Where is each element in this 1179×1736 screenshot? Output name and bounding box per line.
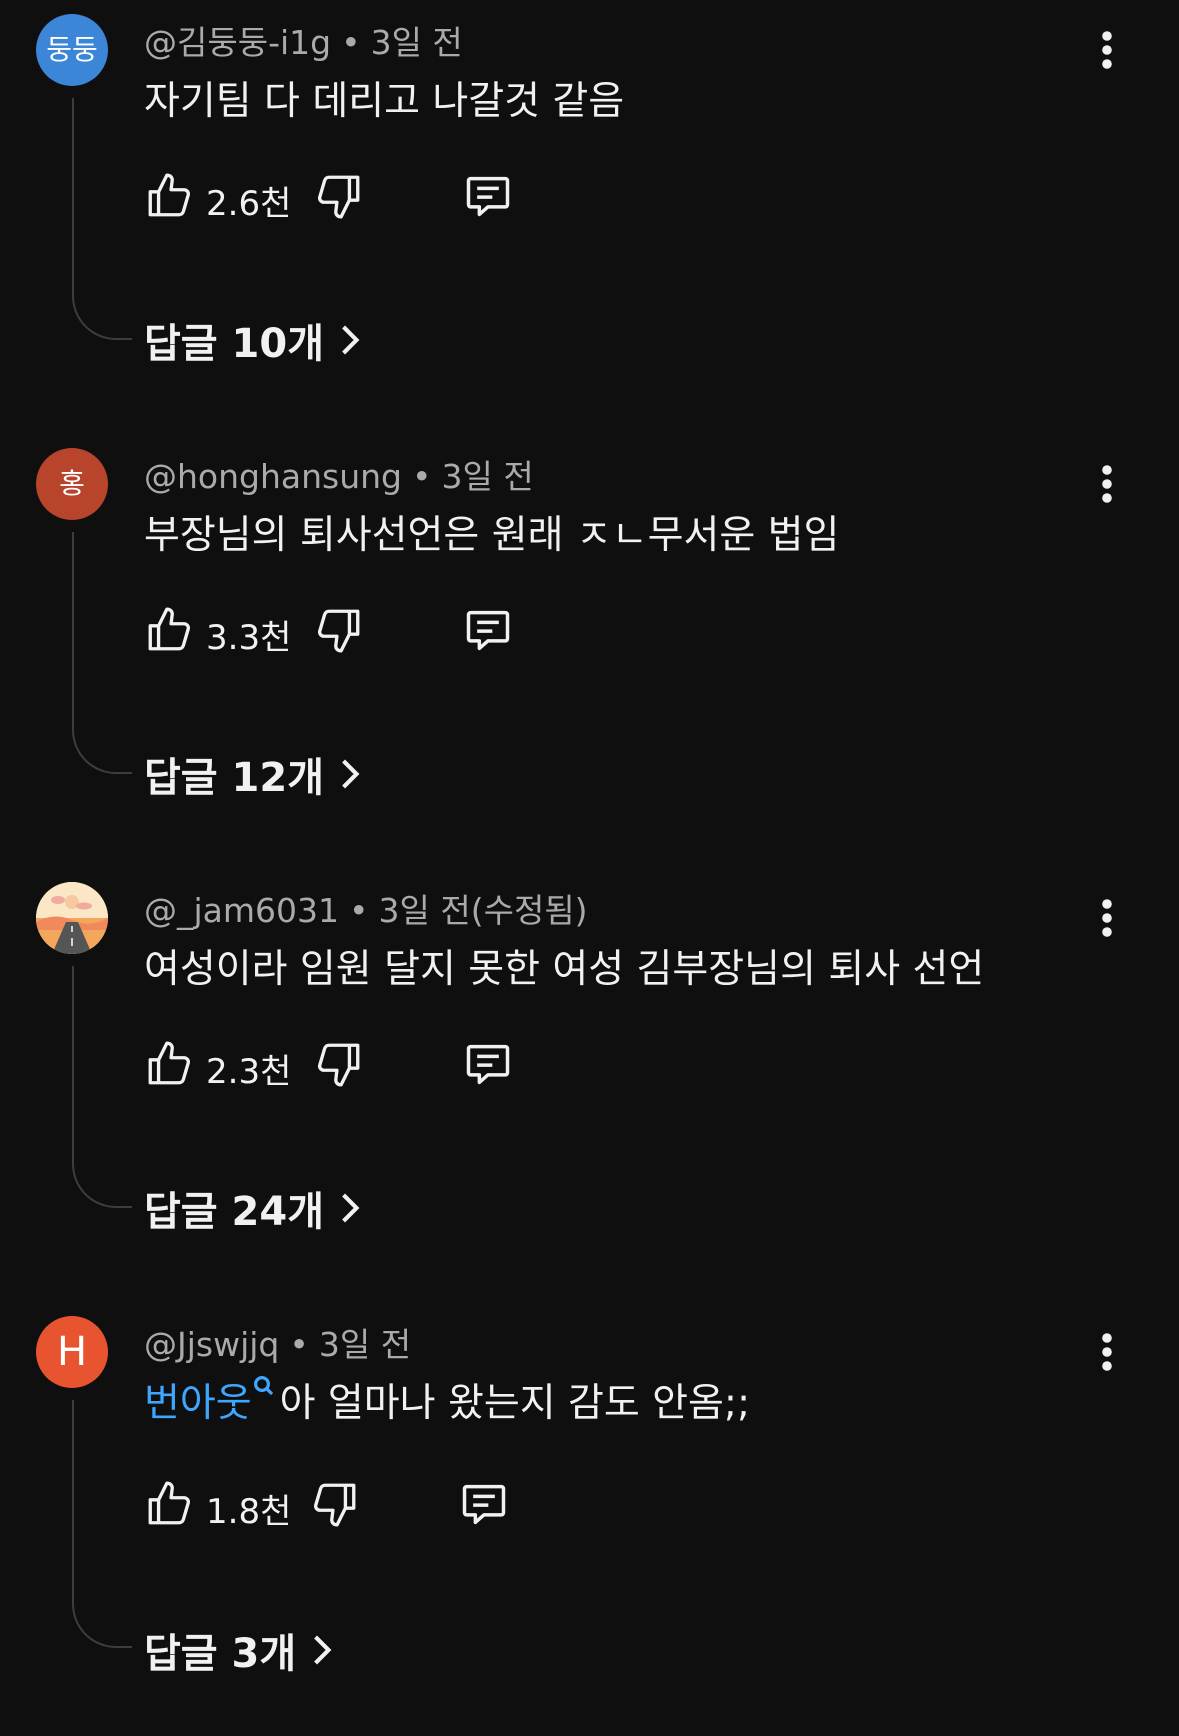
thumb-down-icon — [317, 175, 360, 219]
comment-meta: @김둥둥-i1g • 3일 전 — [144, 16, 463, 64]
chevron-right-icon — [342, 759, 360, 789]
like-count: 2.3천 — [206, 1052, 292, 1092]
thumb-up-icon — [148, 173, 191, 217]
search-icon[interactable] — [252, 1372, 274, 1412]
comment-actions: 2.3천 — [144, 1036, 744, 1092]
like-count: 2.6천 — [206, 184, 292, 224]
replies-label: 답글 3개 — [144, 1631, 297, 1677]
meta-separator: • — [349, 891, 369, 930]
comment-meta: @honghansung • 3일 전 — [144, 450, 534, 498]
more-vert-icon — [1102, 1333, 1112, 1371]
avatar-initials: 홍 — [59, 467, 85, 500]
dislike-button[interactable] — [314, 1036, 364, 1092]
dislike-button[interactable] — [314, 168, 364, 224]
comment-meta: @Jjswjjq • 3일 전 — [144, 1318, 411, 1366]
like-button[interactable]: 1.8천 — [144, 1476, 291, 1532]
chevron-right-icon — [342, 325, 360, 355]
replies-toggle[interactable]: 답글 10개 — [144, 312, 364, 368]
thumb-down-icon — [317, 1043, 360, 1087]
reply-button[interactable] — [458, 1476, 510, 1532]
like-button[interactable]: 2.6천 — [144, 168, 291, 224]
replies-toggle[interactable]: 답글 12개 — [144, 746, 364, 802]
comment-text: 여성이라 임원 달지 못한 여성 김부장님의 퇴사 선언 — [144, 947, 985, 992]
replies-toggle[interactable]: 답글 24개 — [144, 1180, 364, 1236]
comment-text-body: 아 얼마나 왔는지 감도 안옴;; — [279, 1381, 751, 1426]
comment-time: 3일 전 — [318, 1325, 412, 1364]
like-button[interactable]: 3.3천 — [144, 602, 291, 658]
comment-meta: @_jam6031 • 3일 전(수정됨) — [144, 884, 588, 932]
reply-button[interactable] — [462, 168, 514, 224]
more-vert-icon — [1102, 31, 1112, 69]
comment-item: H @Jjswjjq • 3일 전 번아웃 아 얼마나 왔는지 감도 안옴;; 1.… — [0, 1302, 1179, 1736]
comment-text: 자기팀 다 데리고 나갈것 같음 — [144, 79, 625, 124]
more-vert-icon — [1102, 899, 1112, 937]
dislike-button[interactable] — [314, 602, 364, 658]
thread-line — [72, 966, 132, 1208]
chevron-right-icon — [314, 1635, 332, 1665]
comment-icon — [466, 610, 510, 651]
thumb-up-icon — [148, 1041, 191, 1085]
comment-author[interactable]: @_jam6031 — [144, 891, 339, 930]
comment-icon — [466, 1044, 510, 1085]
more-options-button[interactable] — [1090, 460, 1124, 508]
comment-time: 3일 전(수정됨) — [378, 891, 588, 930]
more-vert-icon — [1102, 465, 1112, 503]
chevron-right-icon — [342, 1193, 360, 1223]
comment-text: 부장님의 퇴사선언은 원래 ㅈㄴ무서운 법임 — [144, 513, 840, 558]
replies-label: 답글 24개 — [144, 1189, 324, 1235]
avatar[interactable]: H — [36, 1316, 108, 1388]
thumb-up-icon — [148, 1481, 191, 1525]
like-count: 1.8천 — [206, 1492, 292, 1532]
comment-author[interactable]: @honghansung — [144, 457, 402, 496]
reply-button[interactable] — [462, 602, 514, 658]
like-button[interactable]: 2.3천 — [144, 1036, 291, 1092]
comment-text: 번아웃 아 얼마나 왔는지 감도 안옴;; — [144, 1372, 750, 1428]
reply-button[interactable] — [462, 1036, 514, 1092]
more-options-button[interactable] — [1090, 894, 1124, 942]
comment-time: 3일 전 — [441, 457, 534, 496]
more-options-button[interactable] — [1090, 26, 1124, 74]
avatar-initials: 둥둥 — [46, 33, 98, 66]
thread-line — [72, 98, 132, 340]
comment-time: 3일 전 — [370, 23, 463, 62]
thread-line — [72, 532, 132, 774]
avatar-initials: H — [56, 1329, 88, 1375]
avatar[interactable]: 홍 — [36, 448, 108, 520]
comment-author[interactable]: @Jjswjjq — [144, 1325, 279, 1364]
comment-actions: 2.6천 — [144, 168, 744, 224]
meta-separator: • — [289, 1325, 309, 1364]
comment-item: @_jam6031 • 3일 전(수정됨) 여성이라 임원 달지 못한 여성 김부장… — [0, 868, 1179, 1302]
more-options-button[interactable] — [1090, 1328, 1124, 1376]
dislike-button[interactable] — [310, 1476, 360, 1532]
landscape-avatar-image — [36, 882, 108, 954]
thumb-up-icon — [148, 607, 191, 651]
meta-separator: • — [412, 457, 432, 496]
search-link[interactable]: 번아웃 — [144, 1381, 252, 1426]
thumb-down-icon — [313, 1483, 356, 1527]
replies-toggle[interactable]: 답글 3개 — [144, 1622, 336, 1678]
meta-separator: • — [341, 23, 361, 62]
like-count: 3.3천 — [206, 618, 292, 658]
comment-icon — [466, 176, 510, 217]
comment-item: 홍 @honghansung • 3일 전 부장님의 퇴사선언은 원래 ㅈㄴ무서운 … — [0, 434, 1179, 868]
replies-label: 답글 10개 — [144, 321, 324, 367]
thread-line — [72, 1400, 132, 1648]
avatar[interactable] — [36, 882, 108, 954]
comment-item: 둥둥 @김둥둥-i1g • 3일 전 자기팀 다 데리고 나갈것 같음 2.6천 답… — [0, 0, 1179, 434]
comment-actions: 1.8천 — [144, 1476, 744, 1532]
comment-actions: 3.3천 — [144, 602, 744, 658]
replies-label: 답글 12개 — [144, 755, 324, 801]
thumb-down-icon — [317, 609, 360, 653]
comment-author[interactable]: @김둥둥-i1g — [144, 23, 331, 62]
comment-icon — [462, 1484, 506, 1525]
avatar[interactable]: 둥둥 — [36, 14, 108, 86]
